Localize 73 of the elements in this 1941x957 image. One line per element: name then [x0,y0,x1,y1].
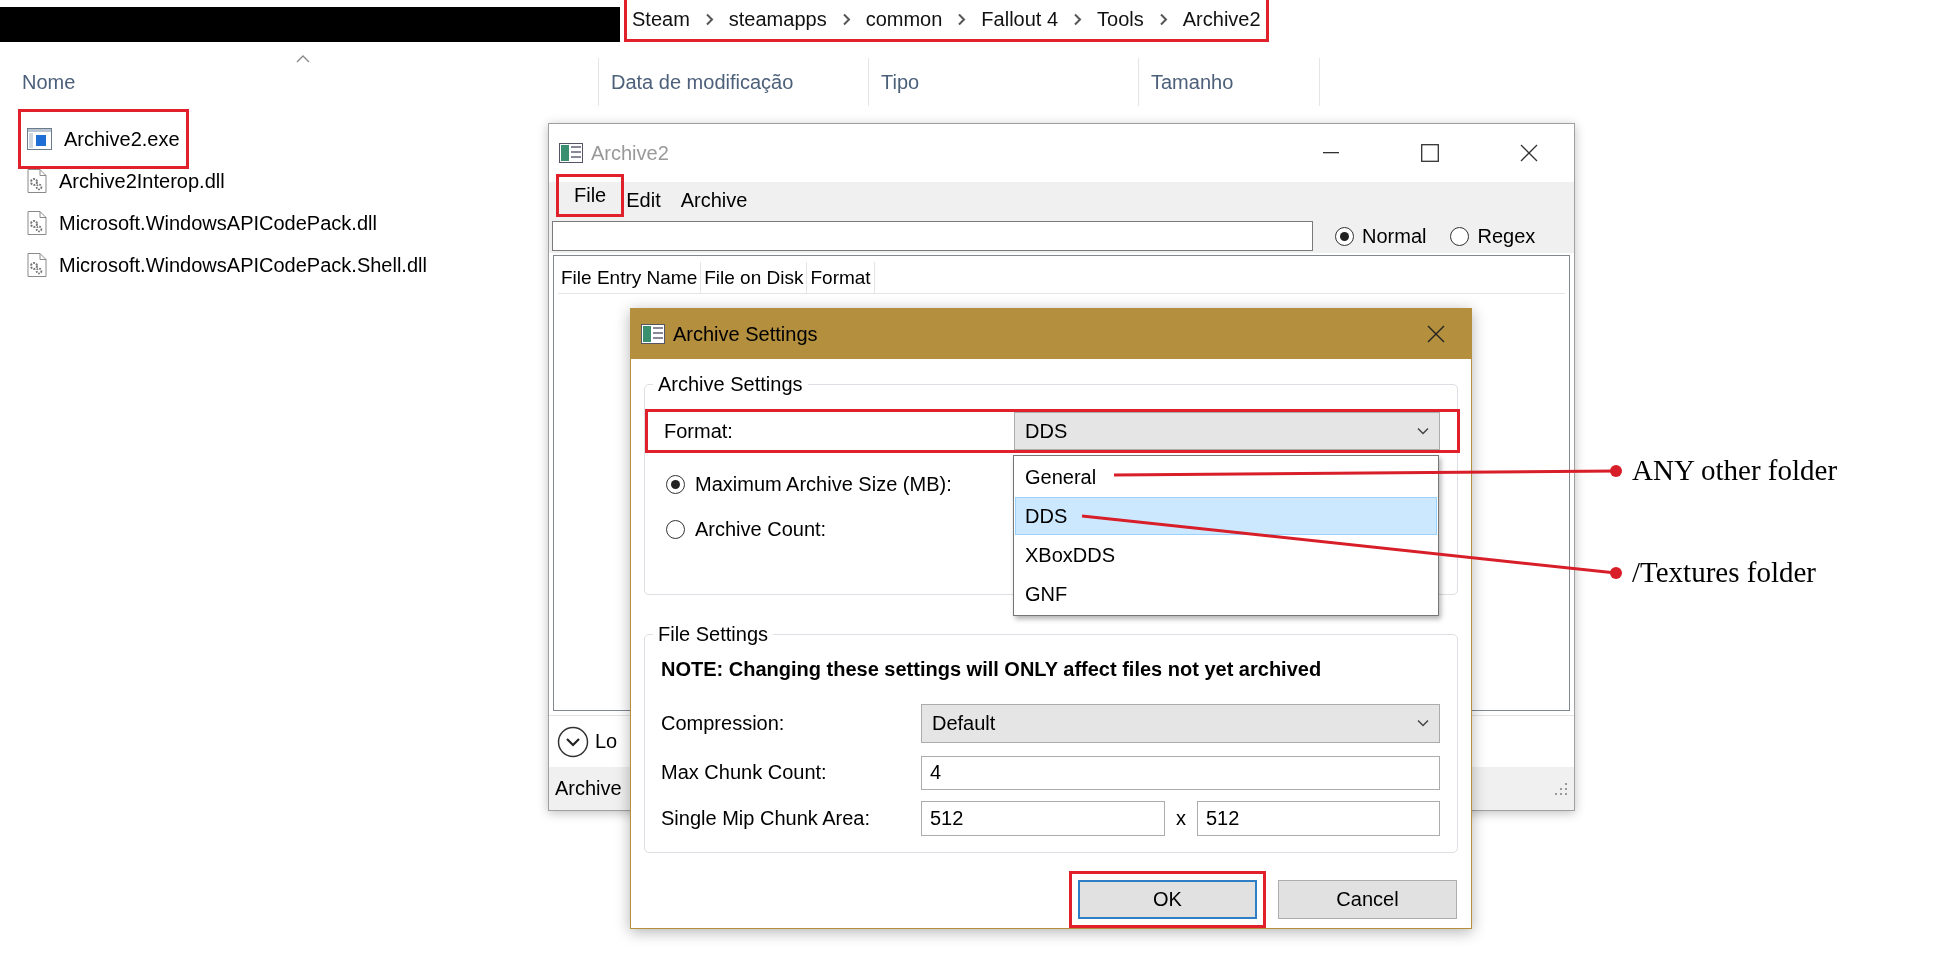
file-name[interactable]: Archive2Interop.dll [59,169,225,193]
dropdown-option[interactable]: DDS [1015,497,1437,535]
expand-icon[interactable] [557,725,589,758]
annotation-label: /Textures folder [1632,558,1816,587]
window-title: Archive2 [591,141,670,165]
breadcrumb-item[interactable]: Tools [1097,7,1144,31]
note-text: NOTE: Changing these settings will ONLY affect files not yet archived [661,658,1323,681]
field-label: Single Mip Chunk Area: [660,806,871,830]
maximize-icon [1420,144,1439,162]
file-name[interactable]: Archive2.exe [64,127,180,151]
app-icon [559,143,583,163]
menu-item[interactable]: Edit [616,187,671,214]
column-header[interactable]: Nome [22,70,598,94]
dialog-button[interactable]: OK [1078,880,1257,919]
gear-file-icon [27,211,47,235]
chevron-right-icon [1158,12,1168,26]
chevron-right-icon [841,12,851,26]
breadcrumb-item[interactable]: Steam [632,7,690,31]
chevron-down-icon [1417,719,1429,727]
radio-button[interactable] [666,475,685,494]
breadcrumb-item[interactable]: Archive2 [1182,7,1261,31]
menu-item[interactable]: Archive [670,187,758,214]
dialog-title: Archive Settings [673,322,819,346]
resize-grip-icon [1554,781,1568,796]
dropdown-option[interactable]: XBoxDDS [1015,536,1437,574]
radio-label: Maximum Archive Size (MB): [695,473,952,496]
gear-file-icon [27,253,47,277]
app-icon [641,324,665,344]
column-header[interactable]: Data de modificação [611,70,868,94]
field-label: Compression: [660,711,786,735]
column-header[interactable]: Tipo [881,70,1138,94]
chevron-right-icon [957,12,967,26]
menu-item[interactable]: File [564,182,617,209]
dialog-button[interactable]: Cancel [1278,880,1457,919]
group-legend: Archive Settings [653,373,808,396]
close-icon [1427,325,1445,343]
compression-dropdown[interactable]: Default [921,703,1440,743]
radio-button[interactable] [1335,226,1354,246]
radio-label: Archive Count: [695,518,827,541]
column-header[interactable]: File on Disk [701,262,808,293]
breadcrumb-item[interactable]: steamapps [728,7,827,31]
program-icon [27,128,52,150]
separator-text: x [1175,806,1187,830]
file-name[interactable]: Microsoft.WindowsAPICodePack.Shell.dll [59,253,427,277]
input-field[interactable]: 512 [921,800,1165,836]
group-legend: File Settings [653,623,774,646]
input-field[interactable]: 512 [1197,800,1440,836]
minimize-icon [1322,152,1339,154]
column-header[interactable]: File Entry Name [558,262,702,293]
log-label: Lo [595,730,618,753]
field-label: Format: [663,419,734,443]
chevron-right-icon [704,12,714,26]
breadcrumb-item[interactable]: Fallout 4 [981,7,1059,31]
input-field[interactable]: 4 [921,755,1440,790]
radio-label: Normal [1362,224,1427,248]
chevron-right-icon [1073,12,1083,26]
status-text: Archive [555,777,622,800]
breadcrumb-item[interactable]: common [865,7,943,31]
field-label: Max Chunk Count: [660,761,828,784]
radio-label: Regex [1477,224,1536,248]
gear-file-icon [27,169,47,193]
radio-button[interactable] [1450,226,1470,246]
column-header[interactable]: Tamanho [1151,70,1319,94]
column-header[interactable]: Format [807,262,875,293]
chevron-down-icon [1417,427,1429,435]
format-dropdown[interactable]: DDS [1014,412,1440,450]
radio-button[interactable] [666,520,685,539]
dropdown-option[interactable]: GNF [1015,575,1437,613]
search-field[interactable] [552,221,1313,251]
annotation-label: ANY other folder [1632,456,1838,485]
dropdown-option[interactable]: General [1015,458,1437,496]
file-name[interactable]: Microsoft.WindowsAPICodePack.dll [59,211,377,235]
close-icon [1519,144,1538,162]
